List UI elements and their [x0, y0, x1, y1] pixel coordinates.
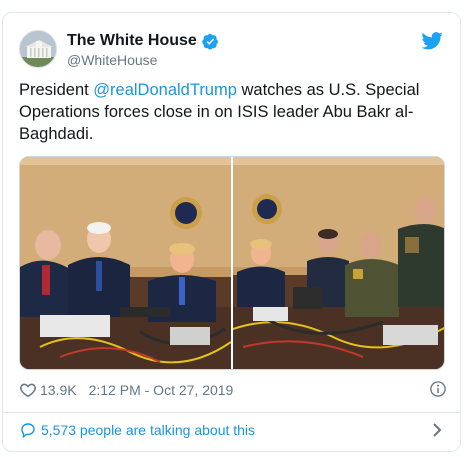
heart-icon[interactable]: [19, 381, 37, 399]
tweet-header: The White House @WhiteHouse: [19, 30, 444, 70]
comment-icon: [19, 421, 37, 439]
display-name-row: The White House: [67, 32, 219, 50]
situation-room-photo-right[interactable]: [233, 157, 444, 369]
tweet-text-prefix: President: [19, 81, 94, 99]
chevron-right-icon[interactable]: [431, 422, 443, 438]
display-name[interactable]: The White House: [67, 32, 197, 50]
tweet-meta: 13.9K 2:12 PM - Oct 27, 2019: [19, 380, 447, 400]
handle[interactable]: @WhiteHouse: [67, 52, 219, 68]
conversation-link[interactable]: 5,573 people are talking about this: [19, 418, 447, 442]
situation-room-photo-left[interactable]: [20, 157, 231, 369]
verified-badge-icon: [202, 33, 219, 50]
like-count[interactable]: 13.9K: [40, 382, 77, 398]
talking-text[interactable]: 5,573 people are talking about this: [41, 422, 255, 438]
mention-link[interactable]: @realDonaldTrump: [93, 81, 237, 99]
divider: [3, 412, 460, 413]
tweet-card: The White House @WhiteHouse President @r…: [2, 12, 461, 452]
author-info[interactable]: The White House @WhiteHouse: [67, 32, 219, 68]
twitter-bird-icon[interactable]: [420, 30, 444, 52]
tweet-media[interactable]: [19, 156, 445, 370]
avatar[interactable]: [19, 30, 57, 68]
timestamp[interactable]: 2:12 PM - Oct 27, 2019: [89, 382, 234, 398]
tweet-text: President @realDonaldTrump watches as U.…: [19, 79, 439, 145]
info-icon[interactable]: [429, 380, 447, 398]
